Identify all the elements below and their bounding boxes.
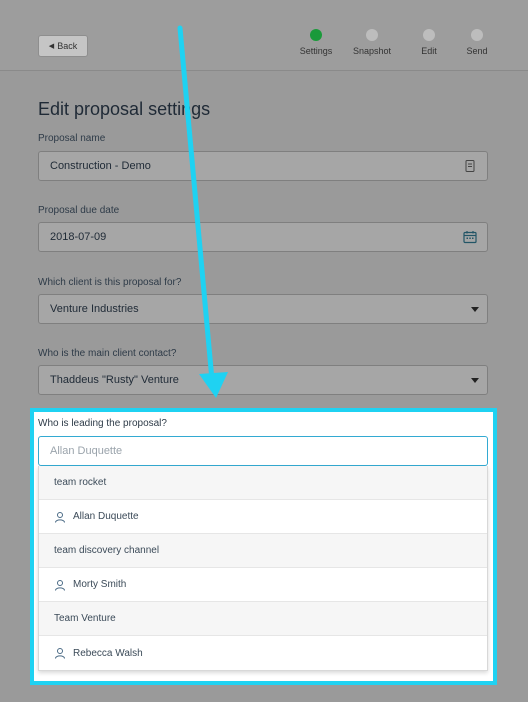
lead-placeholder: Allan Duquette [50,445,123,457]
dropdown-item-label: Rebecca Walsh [73,647,143,659]
client-label: Which client is this proposal for? [38,277,182,288]
calendar-icon[interactable] [463,230,477,244]
client-value: Venture Industries [50,303,139,315]
proposal-name-input[interactable]: Construction - Demo [38,151,488,181]
step-send[interactable]: Send [447,29,507,56]
dropdown-team-item[interactable]: team discovery channel [39,534,487,568]
user-icon [55,511,65,523]
step-dot-icon [310,29,322,41]
top-bar: ◀ Back Settings Snapshot Edit Send [0,0,528,71]
page-title: Edit proposal settings [38,99,211,119]
lead-dropdown-list: team rocket Allan Duquette team discover… [38,466,488,671]
dropdown-team-item[interactable]: Team Venture [39,602,487,636]
contact-label: Who is the main client contact? [38,348,177,359]
contact-value: Thaddeus "Rusty" Venture [50,374,179,386]
dropdown-item-label: Morty Smith [73,579,127,590]
due-date-label: Proposal due date [38,205,120,216]
dropdown-user-item[interactable]: Allan Duquette [39,500,487,534]
contact-select[interactable]: Thaddeus "Rusty" Venture [38,365,488,395]
dropdown-user-item[interactable]: Morty Smith [39,568,487,602]
step-dot-icon [423,29,435,41]
user-icon [55,648,65,659]
step-dot-icon [471,29,483,41]
lead-search-input[interactable]: Allan Duquette [38,436,488,466]
proposal-name-label: Proposal name [38,133,106,144]
lead-label: Who is leading the proposal? [38,418,167,429]
dropdown-item-label: Team Venture [54,613,116,624]
dropdown-user-item[interactable]: Rebecca Walsh [39,636,487,670]
dropdown-item-label: team discovery channel [54,545,160,556]
dropdown-item-label: team rocket [54,477,107,488]
user-icon [55,579,65,591]
step-label: Snapshot [352,46,392,56]
progress-steps: Settings Snapshot Edit Send [0,29,528,69]
due-date-input[interactable]: 2018-07-09 [38,222,488,252]
step-settings[interactable]: Settings [286,29,346,56]
step-label: Send [466,46,488,56]
step-label: Settings [299,46,333,56]
client-select[interactable]: Venture Industries [38,294,488,324]
dropdown-item-label: Allan Duquette [73,511,139,522]
step-snapshot[interactable]: Snapshot [342,29,402,56]
due-date-value: 2018-07-09 [50,231,107,243]
dropdown-team-item[interactable]: team rocket [39,466,487,500]
chevron-down-icon [471,307,479,312]
proposal-name-value: Construction - Demo [50,160,151,172]
contact-card-icon [465,160,475,172]
chevron-down-icon [471,378,479,383]
step-dot-icon [366,29,378,41]
